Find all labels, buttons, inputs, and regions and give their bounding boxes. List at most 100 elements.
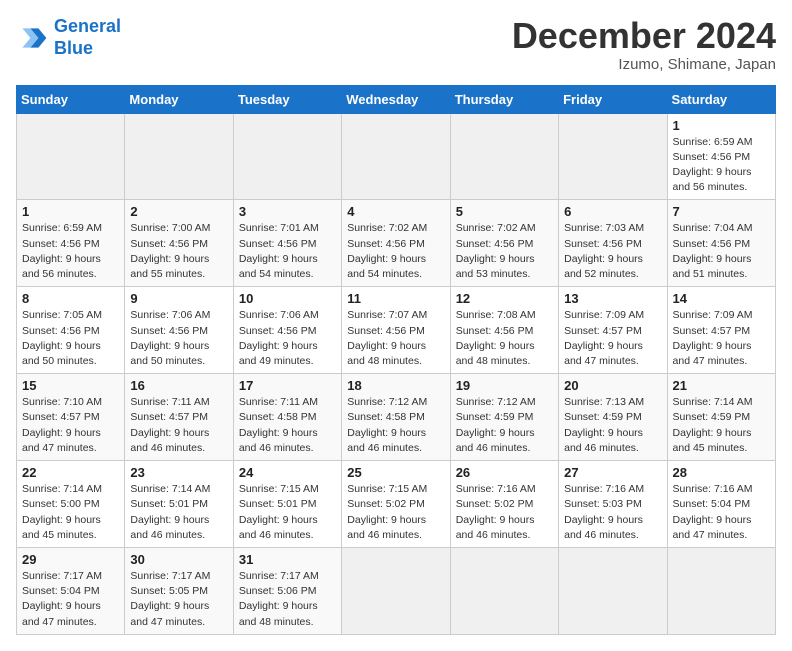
calendar-day: 13 Sunrise: 7:09 AMSunset: 4:57 PMDaylig…: [559, 287, 667, 374]
day-number: 12: [456, 291, 553, 306]
day-number: 21: [673, 378, 770, 393]
day-number: 2: [130, 204, 227, 219]
day-info: Sunrise: 7:04 AMSunset: 4:56 PMDaylight:…: [673, 221, 770, 282]
day-info: Sunrise: 7:06 AMSunset: 4:56 PMDaylight:…: [130, 308, 227, 369]
calendar-day: 29 Sunrise: 7:17 AMSunset: 5:04 PMDaylig…: [17, 547, 125, 634]
day-info: Sunrise: 7:09 AMSunset: 4:57 PMDaylight:…: [564, 308, 661, 369]
day-number: 19: [456, 378, 553, 393]
calendar-day: 10 Sunrise: 7:06 AMSunset: 4:56 PMDaylig…: [233, 287, 341, 374]
empty-cell: [559, 113, 667, 200]
logo-text: General Blue: [54, 16, 121, 59]
empty-cell: [17, 113, 125, 200]
logo-icon: [16, 22, 48, 54]
day-number: 4: [347, 204, 444, 219]
header-day-saturday: Saturday: [667, 85, 775, 113]
header-day-tuesday: Tuesday: [233, 85, 341, 113]
calendar-day: 6 Sunrise: 7:03 AMSunset: 4:56 PMDayligh…: [559, 200, 667, 287]
calendar-day: 9 Sunrise: 7:06 AMSunset: 4:56 PMDayligh…: [125, 287, 233, 374]
calendar-body: 1 Sunrise: 6:59 AMSunset: 4:56 PMDayligh…: [17, 113, 776, 634]
day-number: 28: [673, 465, 770, 480]
day-info: Sunrise: 7:17 AMSunset: 5:06 PMDaylight:…: [239, 569, 336, 630]
calendar-day: 15 Sunrise: 7:10 AMSunset: 4:57 PMDaylig…: [17, 374, 125, 461]
day-info: Sunrise: 7:17 AMSunset: 5:04 PMDaylight:…: [22, 569, 119, 630]
day-info: Sunrise: 7:17 AMSunset: 5:05 PMDaylight:…: [130, 569, 227, 630]
calendar-week-5: 22 Sunrise: 7:14 AMSunset: 5:00 PMDaylig…: [17, 461, 776, 548]
day-number: 24: [239, 465, 336, 480]
day-info: Sunrise: 7:14 AMSunset: 5:01 PMDaylight:…: [130, 482, 227, 543]
calendar-day: [667, 547, 775, 634]
day-info: Sunrise: 7:16 AMSunset: 5:04 PMDaylight:…: [673, 482, 770, 543]
day-info: Sunrise: 7:02 AMSunset: 4:56 PMDaylight:…: [347, 221, 444, 282]
title-block: December 2024 Izumo, Shimane, Japan: [512, 16, 776, 73]
day-number: 8: [22, 291, 119, 306]
calendar-day: 22 Sunrise: 7:14 AMSunset: 5:00 PMDaylig…: [17, 461, 125, 548]
calendar-day: 7 Sunrise: 7:04 AMSunset: 4:56 PMDayligh…: [667, 200, 775, 287]
day-info: Sunrise: 7:16 AMSunset: 5:03 PMDaylight:…: [564, 482, 661, 543]
day-info: Sunrise: 7:16 AMSunset: 5:02 PMDaylight:…: [456, 482, 553, 543]
empty-cell: [342, 113, 450, 200]
day-number: 25: [347, 465, 444, 480]
header-day-thursday: Thursday: [450, 85, 558, 113]
calendar-day: [450, 547, 558, 634]
day-number: 23: [130, 465, 227, 480]
day-number: 7: [673, 204, 770, 219]
day-info: Sunrise: 7:01 AMSunset: 4:56 PMDaylight:…: [239, 221, 336, 282]
day-info: Sunrise: 7:05 AMSunset: 4:56 PMDaylight:…: [22, 308, 119, 369]
calendar-day: 2 Sunrise: 7:00 AMSunset: 4:56 PMDayligh…: [125, 200, 233, 287]
calendar-day: 17 Sunrise: 7:11 AMSunset: 4:58 PMDaylig…: [233, 374, 341, 461]
header-day-sunday: Sunday: [17, 85, 125, 113]
day-number: 30: [130, 552, 227, 567]
header-day-friday: Friday: [559, 85, 667, 113]
day-info: Sunrise: 7:07 AMSunset: 4:56 PMDaylight:…: [347, 308, 444, 369]
day-info: Sunrise: 7:10 AMSunset: 4:57 PMDaylight:…: [22, 395, 119, 456]
month-title: December 2024: [512, 16, 776, 56]
calendar-day: 25 Sunrise: 7:15 AMSunset: 5:02 PMDaylig…: [342, 461, 450, 548]
day-info: Sunrise: 7:08 AMSunset: 4:56 PMDaylight:…: [456, 308, 553, 369]
day-number: 26: [456, 465, 553, 480]
calendar-day: 11 Sunrise: 7:07 AMSunset: 4:56 PMDaylig…: [342, 287, 450, 374]
day-number: 1: [22, 204, 119, 219]
calendar-week-4: 15 Sunrise: 7:10 AMSunset: 4:57 PMDaylig…: [17, 374, 776, 461]
calendar-day: 20 Sunrise: 7:13 AMSunset: 4:59 PMDaylig…: [559, 374, 667, 461]
day-number: 5: [456, 204, 553, 219]
day-info: Sunrise: 7:14 AMSunset: 5:00 PMDaylight:…: [22, 482, 119, 543]
day-info: Sunrise: 7:06 AMSunset: 4:56 PMDaylight:…: [239, 308, 336, 369]
day-info: Sunrise: 7:00 AMSunset: 4:56 PMDaylight:…: [130, 221, 227, 282]
empty-cell: [233, 113, 341, 200]
calendar-week-1: 1 Sunrise: 6:59 AMSunset: 4:56 PMDayligh…: [17, 113, 776, 200]
header-day-wednesday: Wednesday: [342, 85, 450, 113]
day-info: Sunrise: 6:59 AMSunset: 4:56 PMDaylight:…: [673, 135, 770, 196]
header-day-monday: Monday: [125, 85, 233, 113]
calendar-day: [559, 547, 667, 634]
calendar-week-3: 8 Sunrise: 7:05 AMSunset: 4:56 PMDayligh…: [17, 287, 776, 374]
day-number: 6: [564, 204, 661, 219]
location: Izumo, Shimane, Japan: [512, 56, 776, 73]
calendar-header: SundayMondayTuesdayWednesdayThursdayFrid…: [17, 85, 776, 113]
logo-blue: Blue: [54, 38, 93, 58]
calendar-day: 5 Sunrise: 7:02 AMSunset: 4:56 PMDayligh…: [450, 200, 558, 287]
calendar-day: 23 Sunrise: 7:14 AMSunset: 5:01 PMDaylig…: [125, 461, 233, 548]
day-number: 27: [564, 465, 661, 480]
logo-general: General: [54, 16, 121, 36]
calendar-day: 26 Sunrise: 7:16 AMSunset: 5:02 PMDaylig…: [450, 461, 558, 548]
day-number: 14: [673, 291, 770, 306]
day-info: Sunrise: 7:03 AMSunset: 4:56 PMDaylight:…: [564, 221, 661, 282]
calendar-week-6: 29 Sunrise: 7:17 AMSunset: 5:04 PMDaylig…: [17, 547, 776, 634]
day-number: 29: [22, 552, 119, 567]
calendar-day: [342, 547, 450, 634]
calendar-day: 1 Sunrise: 6:59 AMSunset: 4:56 PMDayligh…: [667, 113, 775, 200]
day-info: Sunrise: 7:13 AMSunset: 4:59 PMDaylight:…: [564, 395, 661, 456]
calendar-day: 1 Sunrise: 6:59 AMSunset: 4:56 PMDayligh…: [17, 200, 125, 287]
calendar-table: SundayMondayTuesdayWednesdayThursdayFrid…: [16, 85, 776, 635]
day-number: 1: [673, 118, 770, 133]
day-number: 17: [239, 378, 336, 393]
logo: General Blue: [16, 16, 121, 59]
calendar-day: 24 Sunrise: 7:15 AMSunset: 5:01 PMDaylig…: [233, 461, 341, 548]
calendar-day: 18 Sunrise: 7:12 AMSunset: 4:58 PMDaylig…: [342, 374, 450, 461]
day-number: 15: [22, 378, 119, 393]
calendar-day: 8 Sunrise: 7:05 AMSunset: 4:56 PMDayligh…: [17, 287, 125, 374]
day-number: 10: [239, 291, 336, 306]
calendar-day: 27 Sunrise: 7:16 AMSunset: 5:03 PMDaylig…: [559, 461, 667, 548]
calendar-week-2: 1 Sunrise: 6:59 AMSunset: 4:56 PMDayligh…: [17, 200, 776, 287]
page-header: General Blue December 2024 Izumo, Shiman…: [16, 16, 776, 73]
